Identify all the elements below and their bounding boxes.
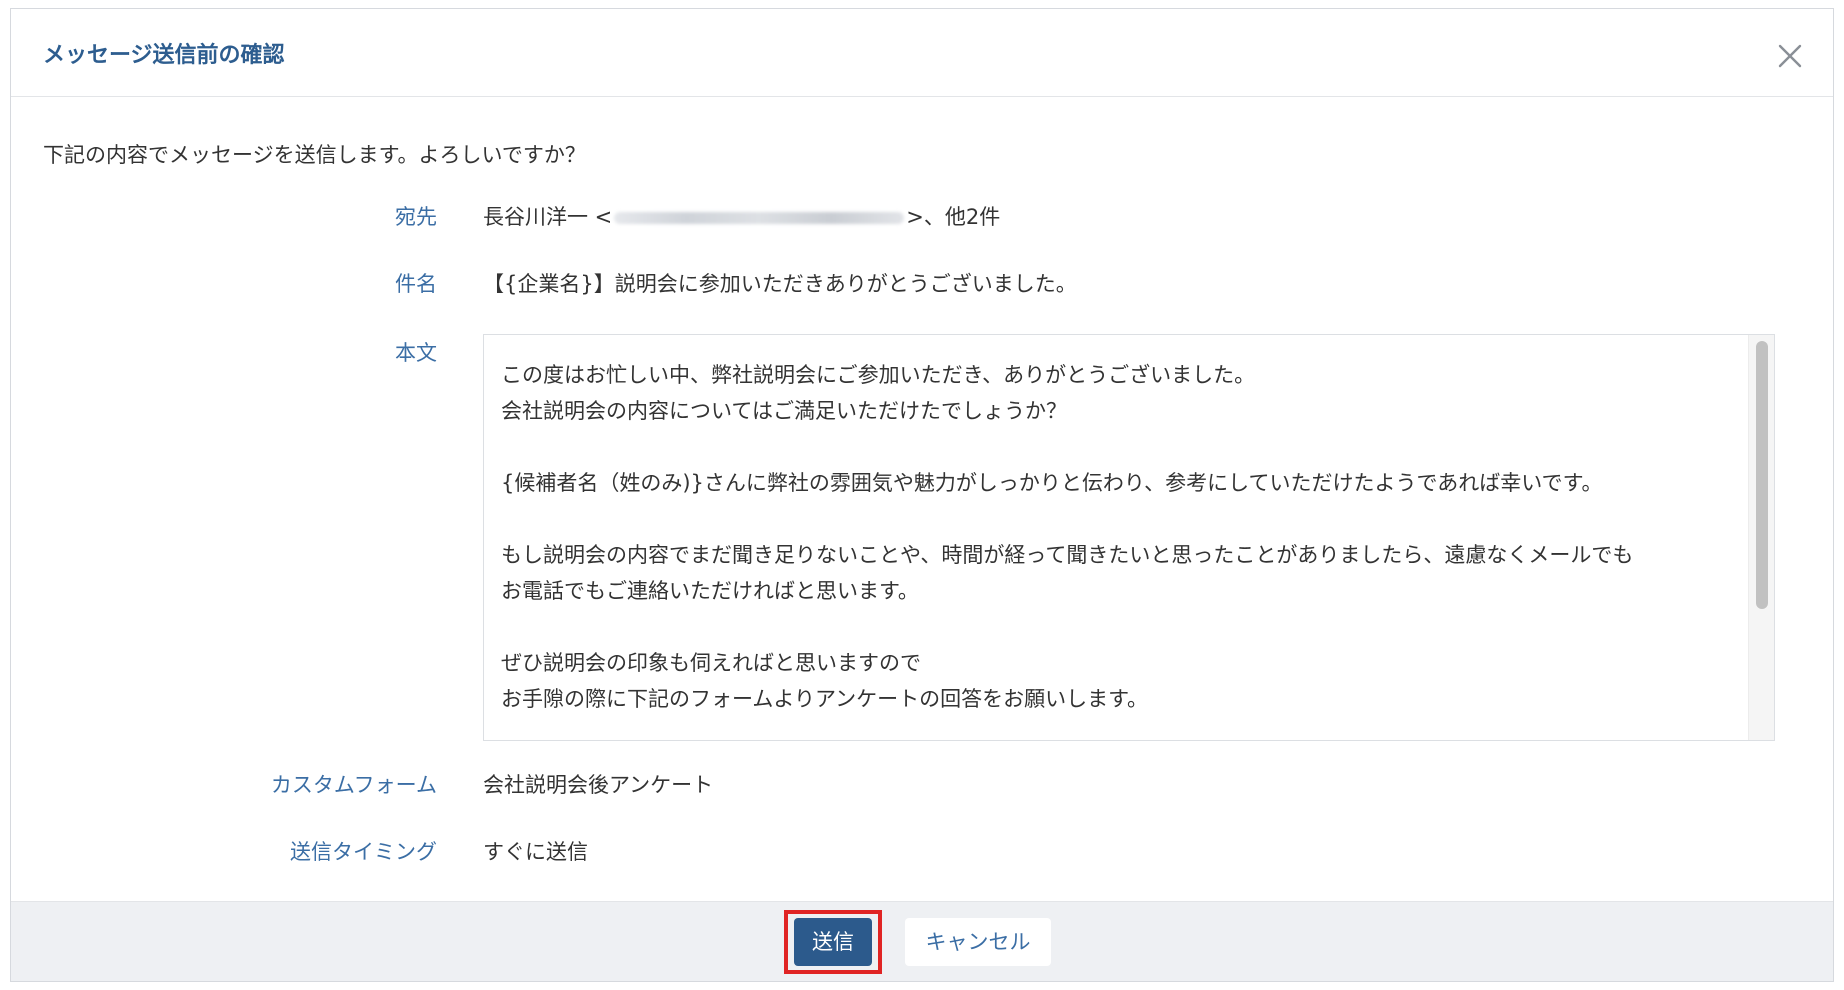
body-line: この度はお忙しい中、弊社説明会にご参加いただき、ありがとうございました。 (501, 363, 1256, 387)
body-line: もし説明会の内容でまだ聞き足りないことや、時間が経って聞きたいと思ったことがあり… (501, 543, 1634, 567)
body-line: 会社説明会の内容についてはご満足いただけたでしょうか？ (501, 399, 1067, 423)
body-line: {候補者名（姓のみ)}さんに弊社の雰囲気や魅力がしっかりと伝わり、参考にしていた… (501, 471, 1603, 495)
confirm-dialog: メッセージ送信前の確認 下記の内容でメッセージを送信します。よろしいですか？ 宛… (10, 8, 1834, 982)
body-line: お手隙の際に下記のフォームよりアンケートの回答をお願いします。 (501, 687, 1149, 711)
send-button[interactable]: 送信 (794, 918, 872, 966)
body-line (501, 429, 1734, 465)
recipient-label: 宛先 (395, 205, 437, 229)
confirm-message: 下記の内容でメッセージを送信します。よろしいですか？ (43, 143, 586, 167)
body-line: ぜひ説明会の印象も伺えればと思いますので (501, 651, 921, 675)
recipient-others: >、他2件 (906, 205, 1001, 229)
custom-form-label: カスタムフォーム (270, 773, 437, 797)
body-scrollbar[interactable] (1748, 335, 1774, 740)
subject-label: 件名 (395, 272, 437, 296)
close-icon[interactable] (1777, 43, 1803, 69)
message-body-text: この度はお忙しい中、弊社説明会にご参加いただき、ありがとうございました。 会社説… (501, 357, 1734, 717)
body-label: 本文 (395, 341, 437, 365)
recipient-name: 長谷川洋一 < (483, 205, 613, 229)
timing-label: 送信タイミング (290, 840, 437, 864)
message-body-box[interactable]: この度はお忙しい中、弊社説明会にご参加いただき、ありがとうございました。 会社説… (483, 334, 1775, 741)
dialog-footer: 送信 キャンセル (11, 901, 1833, 981)
subject-value: 【{企業名}】説明会に参加いただきありがとうございました。 (483, 272, 1077, 296)
scroll-thumb[interactable] (1756, 341, 1768, 609)
recipient-value: 長谷川洋一 < >、他2件 (483, 207, 1000, 228)
body-line (501, 609, 1734, 645)
timing-value: すぐに送信 (483, 840, 588, 864)
custom-form-value: 会社説明会後アンケート (483, 773, 714, 797)
body-line: お電話でもご連絡いただければと思います。 (501, 579, 919, 603)
body-line (501, 501, 1734, 537)
cancel-button[interactable]: キャンセル (905, 918, 1051, 966)
redacted-email (614, 212, 905, 224)
dialog-title: メッセージ送信前の確認 (43, 43, 285, 68)
dialog-header: メッセージ送信前の確認 (11, 9, 1833, 97)
